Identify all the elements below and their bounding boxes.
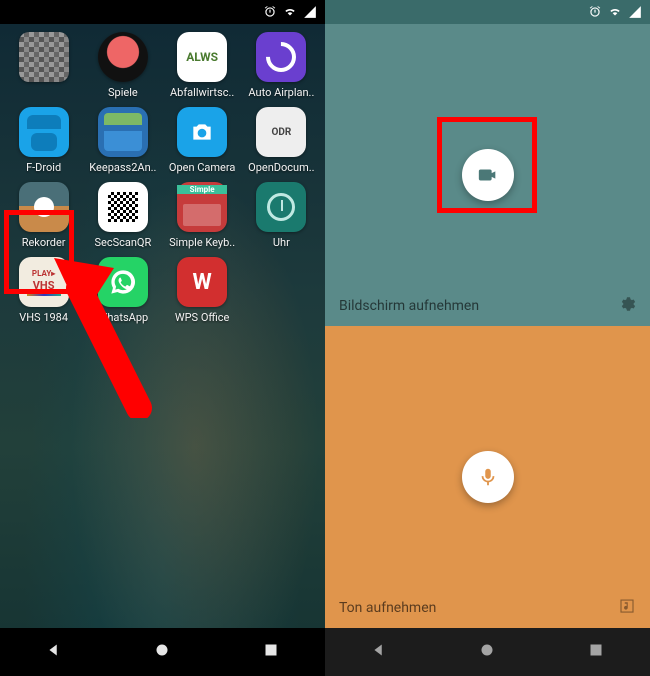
app-label: SecScanQR [94, 236, 151, 249]
app-label: VHS 1984 [19, 311, 68, 324]
alws-icon: ALWS [177, 32, 227, 82]
recordings-button[interactable] [618, 597, 636, 619]
audio-record-label: Ton aufnehmen [339, 600, 436, 616]
app-auto-airplane[interactable]: Auto Airplan.. [244, 32, 319, 99]
wps-icon: W [177, 257, 227, 307]
app-opendocument[interactable]: ODR OpenDocum.. [244, 107, 319, 174]
alarm-icon [588, 5, 602, 19]
app-label: F-Droid [26, 161, 61, 174]
pixelated-icon [19, 32, 69, 82]
phone-right: Bildschirm aufnehmen Ton aufnehmen [325, 0, 650, 676]
clock-icon [256, 182, 306, 232]
app-whatsapp[interactable]: WhatsApp [85, 257, 160, 324]
app-vhs-1984[interactable]: PLAY▸ VHS VHS 1984 [6, 257, 81, 324]
whatsapp-icon [98, 257, 148, 307]
app-pixelated[interactable] [6, 32, 81, 99]
auto-airplane-icon [256, 32, 306, 82]
screen-record-button[interactable] [462, 149, 514, 201]
nav-recents-button[interactable] [585, 639, 607, 665]
audio-panel-footer: Ton aufnehmen [325, 588, 650, 628]
signal-icon [628, 5, 642, 19]
app-keepass[interactable]: Keepass2An.. [85, 107, 160, 174]
app-rekorder[interactable]: Rekorder [6, 182, 81, 249]
app-label: WhatsApp [98, 311, 149, 324]
app-drawer[interactable]: Spiele ALWS Abfallwirtsc.. Auto Airplan.… [0, 24, 325, 628]
app-simple-keyboard[interactable]: Simple Keyb.. [165, 182, 240, 249]
nav-bar [0, 628, 325, 676]
app-label: OpenDocum.. [248, 161, 314, 174]
signal-icon [303, 5, 317, 19]
app-open-camera[interactable]: Open Camera [165, 107, 240, 174]
phone-left: Spiele ALWS Abfallwirtsc.. Auto Airplan.… [0, 0, 325, 676]
nav-home-button[interactable] [151, 639, 173, 665]
app-label: Uhr [273, 236, 290, 249]
games-folder-icon [98, 32, 148, 82]
wifi-icon [608, 5, 622, 19]
opendocument-icon: ODR [256, 107, 306, 157]
videocam-icon [477, 164, 499, 186]
app-label: Open Camera [169, 161, 236, 174]
app-fdroid[interactable]: F-Droid [6, 107, 81, 174]
nav-home-button[interactable] [476, 639, 498, 665]
app-label: Spiele [108, 86, 138, 99]
gear-icon [618, 295, 636, 313]
screen-record-label: Bildschirm aufnehmen [339, 298, 479, 314]
app-label: Rekorder [22, 236, 66, 249]
app-label: Auto Airplan.. [248, 86, 314, 99]
recorder-app: Bildschirm aufnehmen Ton aufnehmen [325, 24, 650, 628]
nav-back-button[interactable] [368, 639, 390, 665]
app-secscanqr[interactable]: SecScanQR [85, 182, 160, 249]
app-abfallwirtschaft[interactable]: ALWS Abfallwirtsc.. [165, 32, 240, 99]
open-camera-icon [177, 107, 227, 157]
audio-record-panel: Ton aufnehmen [325, 326, 650, 628]
app-label: Keepass2An.. [89, 161, 156, 174]
app-label: Abfallwirtsc.. [170, 86, 234, 99]
app-label: WPS Office [175, 311, 230, 324]
keepass-icon [98, 107, 148, 157]
audio-record-button[interactable] [462, 451, 514, 503]
alarm-icon [263, 5, 277, 19]
nav-recents-button[interactable] [260, 639, 282, 665]
status-bar [0, 0, 325, 24]
app-wps-office[interactable]: W WPS Office [165, 257, 240, 324]
nav-back-button[interactable] [43, 639, 65, 665]
vhs-icon: PLAY▸ VHS [19, 257, 69, 307]
status-bar [325, 0, 650, 24]
music-note-icon [618, 597, 636, 615]
mic-icon [477, 466, 499, 488]
secscanqr-icon [98, 182, 148, 232]
vhs-text: PLAY▸ [32, 269, 55, 278]
settings-button[interactable] [618, 295, 636, 317]
wifi-icon [283, 5, 297, 19]
simple-keyboard-icon [177, 182, 227, 232]
app-label: Simple Keyb.. [169, 236, 235, 249]
screen-panel-footer: Bildschirm aufnehmen [325, 286, 650, 326]
fdroid-icon [19, 107, 69, 157]
nav-bar [325, 628, 650, 676]
rekorder-icon [19, 182, 69, 232]
screen-record-panel: Bildschirm aufnehmen [325, 24, 650, 326]
app-uhr[interactable]: Uhr [244, 182, 319, 249]
app-grid: Spiele ALWS Abfallwirtsc.. Auto Airplan.… [6, 32, 319, 324]
app-spiele[interactable]: Spiele [85, 32, 160, 99]
